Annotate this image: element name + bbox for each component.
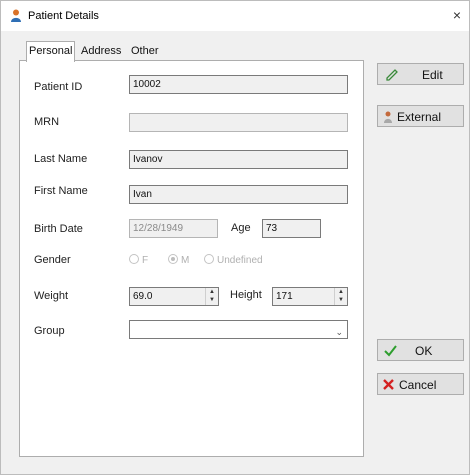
personal-tab-panel: Patient ID 10002 MRN Last Name Ivanov Fi… bbox=[19, 60, 364, 457]
spin-down-icon: ▼ bbox=[209, 297, 215, 303]
gender-radio-m[interactable]: M bbox=[168, 254, 189, 266]
height-value: 171 bbox=[276, 291, 293, 302]
close-button[interactable]: × bbox=[445, 1, 469, 31]
first-name-label: First Name bbox=[34, 185, 88, 197]
last-name-field[interactable]: Ivanov bbox=[129, 150, 348, 169]
title-bar: Patient Details × bbox=[1, 1, 469, 31]
first-name-field[interactable]: Ivan bbox=[129, 185, 348, 204]
radio-selected-icon bbox=[168, 254, 178, 264]
ok-button[interactable]: OK bbox=[377, 339, 464, 361]
height-spin-buttons[interactable]: ▲ ▼ bbox=[334, 288, 347, 305]
age-label: Age bbox=[231, 222, 251, 234]
group-select[interactable]: ⌄ bbox=[129, 320, 348, 339]
spin-down-icon: ▼ bbox=[338, 297, 344, 303]
tab-address[interactable]: Address bbox=[79, 43, 123, 60]
x-icon bbox=[383, 379, 394, 390]
radio-circle-icon bbox=[204, 254, 214, 264]
group-label: Group bbox=[34, 325, 65, 337]
person-icon bbox=[384, 111, 392, 123]
chevron-down-icon: ⌄ bbox=[335, 327, 343, 337]
cancel-button[interactable]: Cancel bbox=[377, 373, 464, 395]
weight-value: 69.0 bbox=[133, 291, 153, 302]
cancel-button-label: Cancel bbox=[399, 378, 437, 392]
external-button-label: External bbox=[397, 110, 442, 124]
tab-other[interactable]: Other bbox=[129, 43, 161, 60]
mrn-field[interactable] bbox=[129, 113, 348, 132]
weight-stepper[interactable]: 69.0 ▲ ▼ bbox=[129, 287, 219, 306]
tab-personal[interactable]: Personal bbox=[26, 41, 76, 62]
edit-button[interactable]: Edit bbox=[377, 63, 464, 85]
birth-date-field[interactable]: 12/28/1949 bbox=[129, 219, 218, 238]
checkmark-icon bbox=[384, 345, 397, 357]
weight-label: Weight bbox=[34, 290, 69, 302]
birth-date-label: Birth Date bbox=[34, 223, 83, 235]
edit-button-label: Edit bbox=[422, 68, 443, 82]
patient-id-label: Patient ID bbox=[34, 81, 83, 93]
age-field[interactable]: 73 bbox=[262, 219, 321, 238]
gender-radio-undefined[interactable]: Undefined bbox=[204, 254, 263, 266]
weight-spin-buttons[interactable]: ▲ ▼ bbox=[205, 288, 218, 305]
last-name-label: Last Name bbox=[34, 153, 88, 165]
mrn-label: MRN bbox=[34, 116, 60, 128]
window-title: Patient Details bbox=[28, 10, 99, 22]
radio-circle-icon bbox=[129, 254, 139, 264]
patient-app-icon bbox=[11, 9, 21, 22]
patient-details-window: Patient Details × Personal Address Other… bbox=[0, 0, 470, 475]
spin-up-icon: ▲ bbox=[209, 289, 215, 295]
gender-radio-f[interactable]: F bbox=[129, 254, 148, 266]
spin-up-icon: ▲ bbox=[338, 289, 344, 295]
ok-button-label: OK bbox=[415, 344, 433, 358]
height-label: Height bbox=[230, 289, 262, 301]
gender-label: Gender bbox=[34, 254, 71, 266]
height-stepper[interactable]: 171 ▲ ▼ bbox=[272, 287, 348, 306]
patient-id-field[interactable]: 10002 bbox=[129, 75, 348, 94]
pencil-icon bbox=[386, 69, 398, 81]
external-button[interactable]: External bbox=[377, 105, 464, 127]
